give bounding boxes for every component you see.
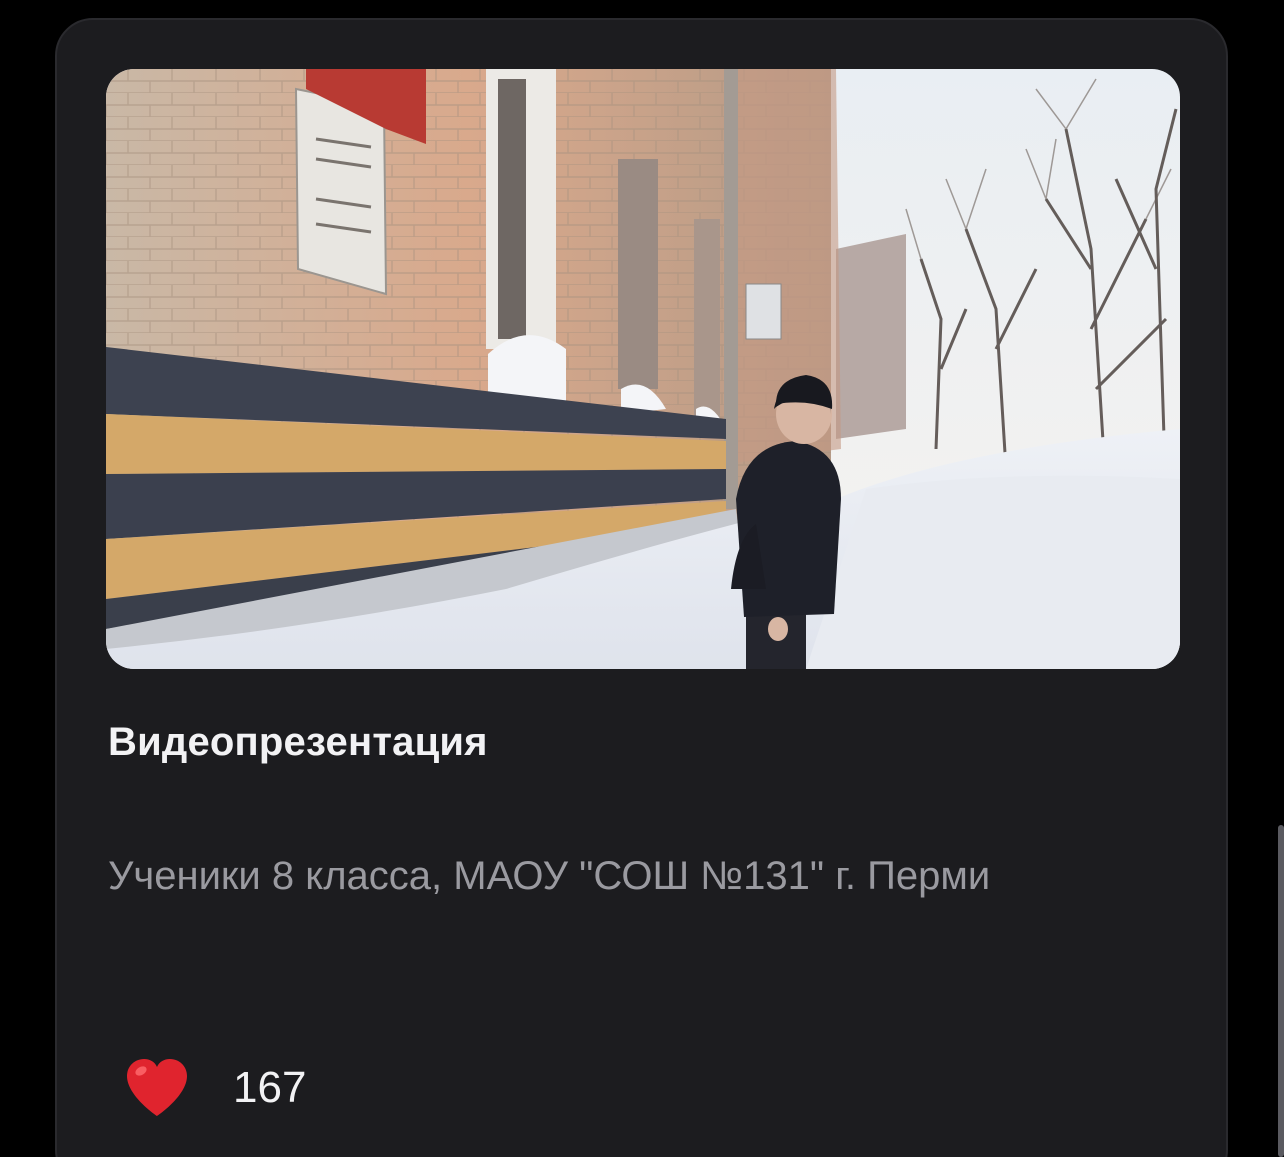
video-thumbnail[interactable] bbox=[106, 69, 1180, 669]
screen: Видеопрезентация Ученики 8 класса, МАОУ … bbox=[0, 0, 1284, 1157]
video-card[interactable]: Видеопрезентация Ученики 8 класса, МАОУ … bbox=[55, 18, 1228, 1157]
card-title: Видеопрезентация bbox=[108, 720, 488, 764]
scrollbar[interactable] bbox=[1278, 825, 1284, 1157]
like-button[interactable]: 167 bbox=[123, 1056, 306, 1120]
heart-icon bbox=[127, 1059, 187, 1116]
like-count: 167 bbox=[233, 1063, 307, 1112]
video-preview-image bbox=[106, 69, 1180, 669]
card-description: Ученики 8 класса, МАОУ "СОШ №131" г. Пер… bbox=[108, 854, 991, 898]
